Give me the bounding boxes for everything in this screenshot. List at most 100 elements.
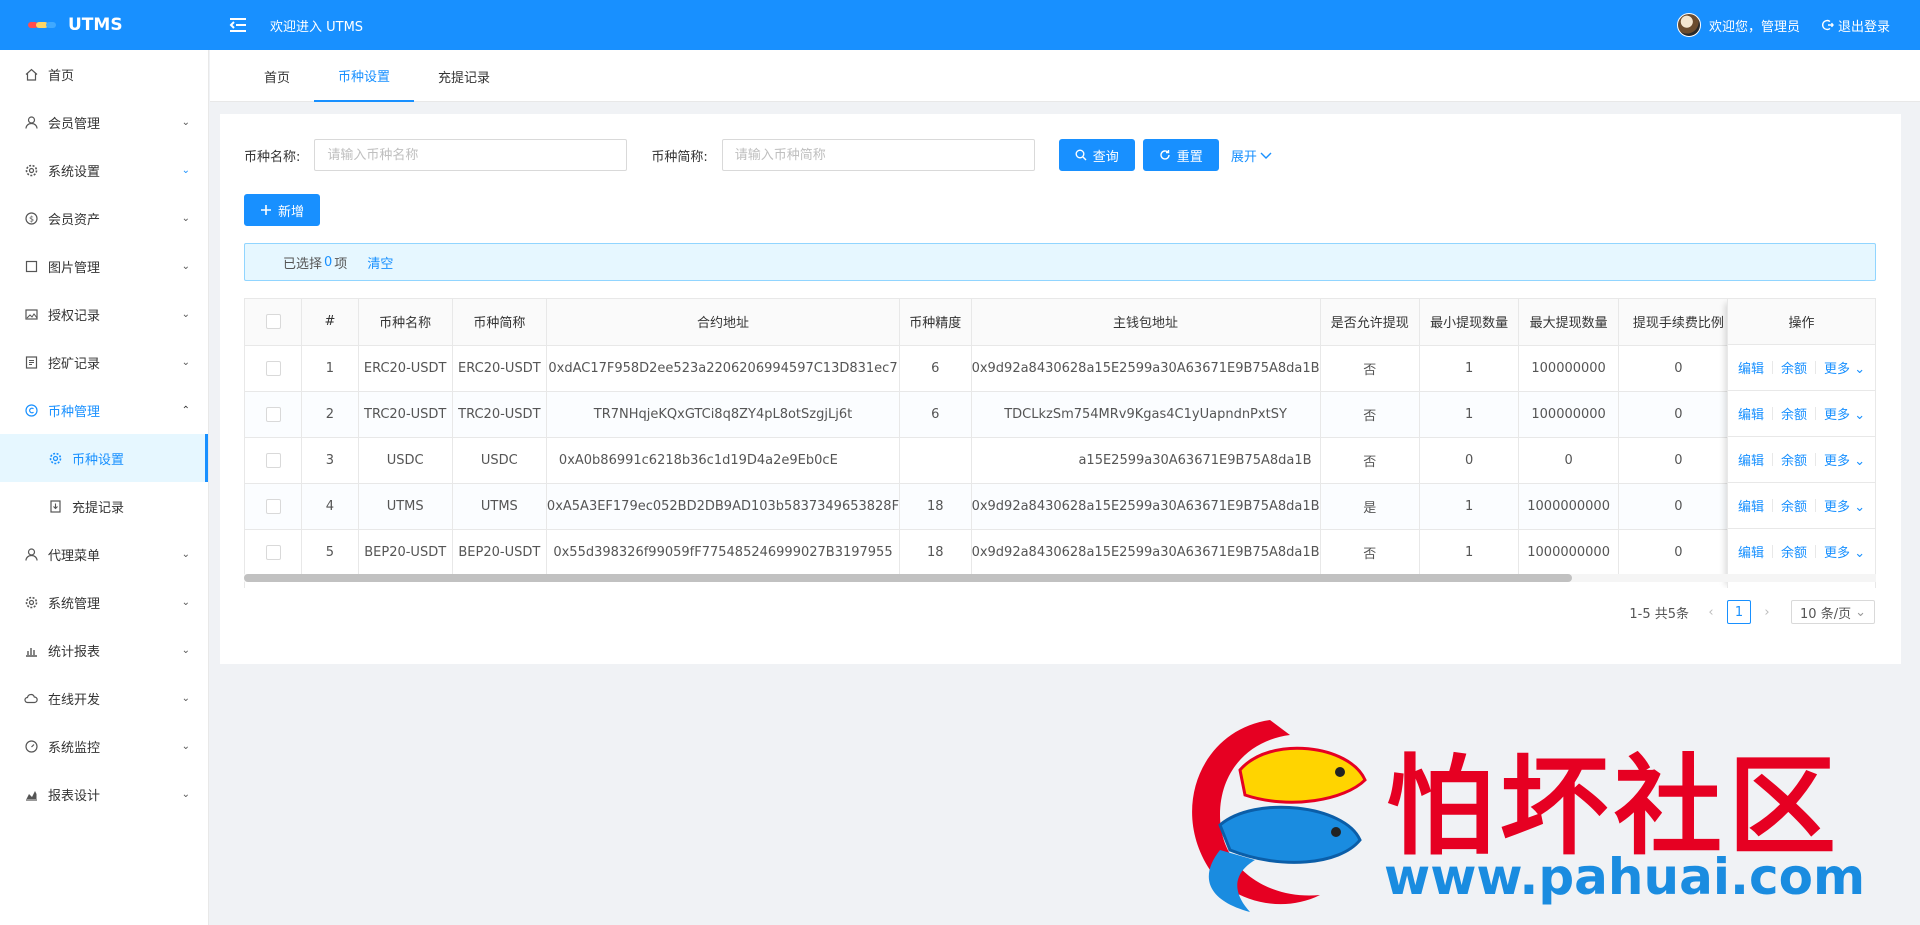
more-label: 更多: [1824, 454, 1851, 469]
sidebar-item-member-manage[interactable]: 会员管理 ⌄: [0, 98, 208, 146]
cell-min-withdraw: 0: [1419, 437, 1520, 484]
balance-link[interactable]: 余额: [1781, 542, 1807, 561]
tab-home[interactable]: 首页: [240, 50, 314, 102]
cell-index: 1: [301, 345, 359, 392]
row-checkbox[interactable]: [265, 406, 281, 422]
coin-name-input[interactable]: [314, 139, 628, 171]
home-icon: [24, 67, 38, 81]
chevron-down-icon: ⌄: [1855, 604, 1866, 620]
tab-deposit-records[interactable]: 充提记录: [414, 50, 514, 102]
table-row[interactable]: 5 BEP20-USDT BEP20-USDT 0x55d398326f9905…: [245, 529, 1875, 576]
welcome-text: 欢迎进入 UTMS: [270, 19, 364, 35]
image-icon: [24, 307, 38, 321]
user-area: 欢迎您，管理员 退出登录: [1676, 13, 1920, 37]
sidebar-item-member-assets[interactable]: $ 会员资产 ⌄: [0, 194, 208, 242]
logo-mark-icon: [28, 18, 58, 32]
query-label: 查询: [1092, 149, 1119, 165]
more-dropdown[interactable]: 更多 ⌄: [1824, 450, 1865, 469]
cell-wallet: TDCLkzSm754MRv9Kgas4C1yUapndnPxtSY: [971, 391, 1321, 438]
balance-link[interactable]: 余额: [1781, 496, 1807, 515]
more-dropdown[interactable]: 更多 ⌄: [1824, 404, 1865, 423]
more-dropdown[interactable]: 更多 ⌄: [1824, 496, 1865, 515]
more-dropdown[interactable]: 更多 ⌄: [1824, 542, 1865, 561]
cell-fee-ratio: 0: [1618, 437, 1739, 484]
more-dropdown[interactable]: 更多 ⌄: [1824, 358, 1865, 377]
watermark: 怕坏社区 www.pahuai.com: [1160, 700, 1920, 925]
chevron-down-icon: ⌄: [181, 164, 190, 176]
edit-link[interactable]: 编辑: [1738, 450, 1764, 469]
table-horizontal-scrollbar[interactable]: [244, 574, 1876, 582]
scrollbar-thumb[interactable]: [244, 574, 1572, 582]
more-label: 更多: [1824, 500, 1851, 515]
sidebar-sub-deposit-records[interactable]: 充提记录: [0, 482, 208, 530]
sidebar-item-image-manage[interactable]: 图片管理 ⌄: [0, 242, 208, 290]
sidebar-item-system-manage[interactable]: 系统管理 ⌄: [0, 578, 208, 626]
clear-selection-link[interactable]: 清空: [367, 253, 393, 272]
cell-coin-short: TRC20-USDT: [452, 391, 547, 438]
sidebar-sub-label: 币种设置: [72, 452, 125, 468]
app-logo[interactable]: UTMS: [0, 0, 210, 50]
balance-link[interactable]: 余额: [1781, 450, 1807, 469]
page-size-select[interactable]: 10 条/页 ⌄: [1791, 600, 1875, 624]
sidebar-item-label: 系统监控: [48, 740, 101, 756]
user-greeting[interactable]: 欢迎您，管理员: [1709, 16, 1800, 35]
sidebar-item-agent-menu[interactable]: 代理菜单 ⌄: [0, 530, 208, 578]
avatar[interactable]: [1676, 13, 1701, 37]
expand-link[interactable]: 展开: [1231, 146, 1272, 165]
sidebar-item-label: 系统设置: [48, 164, 101, 180]
table-row[interactable]: 1 ERC20-USDT ERC20-USDT 0xdAC17F958D2ee5…: [245, 345, 1875, 392]
edit-link[interactable]: 编辑: [1738, 358, 1764, 377]
row-actions: 编辑 余额 更多 ⌄: [1728, 391, 1875, 437]
column-header: 币种精度: [899, 299, 972, 346]
cell-contract: 0xA0b86991c6218b36c1d19D4a2e9Eb0cE: [546, 437, 901, 484]
cell-wallet: a15E2599a30A63671E9B75A8da1B: [971, 437, 1321, 484]
balance-link[interactable]: 余额: [1781, 404, 1807, 423]
sidebar-item-system-settings[interactable]: 系统设置 ⌄: [0, 146, 208, 194]
cell-wallet: 0x9d92a8430628a15E2599a30A63671E9B75A8da…: [971, 483, 1321, 530]
coin-short-input[interactable]: [721, 139, 1035, 171]
table-row[interactable]: 3 USDC USDC 0xA0b86991c6218b36c1d19D4a2e…: [245, 437, 1875, 484]
logout-button[interactable]: 退出登录: [1821, 16, 1890, 35]
table-row[interactable]: 4 UTMS UTMS 0xA5A3EF179ec052BD2DB9AD103b…: [245, 483, 1875, 530]
select-all-checkbox[interactable]: [265, 314, 281, 330]
svg-text:$: $: [28, 214, 33, 223]
add-button[interactable]: 新增: [244, 194, 321, 226]
cell-min-withdraw: 1: [1419, 391, 1520, 438]
page-number[interactable]: 1: [1727, 600, 1752, 624]
sidebar-item-report-design[interactable]: 报表设计 ⌄: [0, 770, 208, 818]
balance-link[interactable]: 余额: [1781, 358, 1807, 377]
sidebar-item-mining-records[interactable]: 挖矿记录 ⌄: [0, 338, 208, 386]
prev-page-icon[interactable]: ‹: [1699, 605, 1723, 620]
column-header: 是否允许提现: [1320, 299, 1420, 346]
table-row[interactable]: 2 TRC20-USDT TRC20-USDT TR7NHqjeKQxGTCi8…: [245, 391, 1875, 438]
edit-link[interactable]: 编辑: [1738, 496, 1764, 515]
cell-allow-withdraw: 否: [1320, 391, 1420, 438]
sidebar-item-home[interactable]: 首页: [0, 50, 208, 98]
sidebar-item-coin-manage[interactable]: 币种管理 ⌃: [0, 386, 208, 434]
cell-coin-short: BEP20-USDT: [452, 529, 547, 576]
tab-coin-settings[interactable]: 币种设置: [314, 50, 415, 102]
edit-link[interactable]: 编辑: [1738, 542, 1764, 561]
sidebar-item-auth-records[interactable]: 授权记录 ⌄: [0, 290, 208, 338]
reload-icon: [1160, 150, 1170, 160]
chevron-down-icon: ⌄: [181, 212, 190, 224]
cell-max-withdraw: 1000000000: [1518, 529, 1619, 576]
row-checkbox[interactable]: [265, 360, 281, 376]
reset-button[interactable]: 重置: [1142, 139, 1219, 171]
cell-wallet: 0x9d92a8430628a15E2599a30A63671E9B75A8da…: [971, 529, 1321, 576]
row-checkbox[interactable]: [265, 498, 281, 514]
query-button[interactable]: 查询: [1058, 139, 1135, 171]
sidebar-sub-coin-settings[interactable]: 币种设置: [0, 434, 208, 482]
row-checkbox[interactable]: [265, 452, 281, 468]
row-checkbox[interactable]: [265, 544, 281, 560]
next-page-icon[interactable]: ›: [1755, 605, 1779, 620]
sidebar-item-system-monitor[interactable]: 系统监控 ⌄: [0, 722, 208, 770]
menu-fold-icon[interactable]: [226, 13, 250, 37]
cell-coin-short: USDC: [452, 437, 547, 484]
sidebar-item-stat-reports[interactable]: 统计报表 ⌄: [0, 626, 208, 674]
download-icon: [48, 499, 62, 513]
cell-min-withdraw: 1: [1419, 483, 1520, 530]
sidebar-item-label: 图片管理: [48, 260, 101, 276]
edit-link[interactable]: 编辑: [1738, 404, 1764, 423]
sidebar-item-online-dev[interactable]: 在线开发 ⌄: [0, 674, 208, 722]
